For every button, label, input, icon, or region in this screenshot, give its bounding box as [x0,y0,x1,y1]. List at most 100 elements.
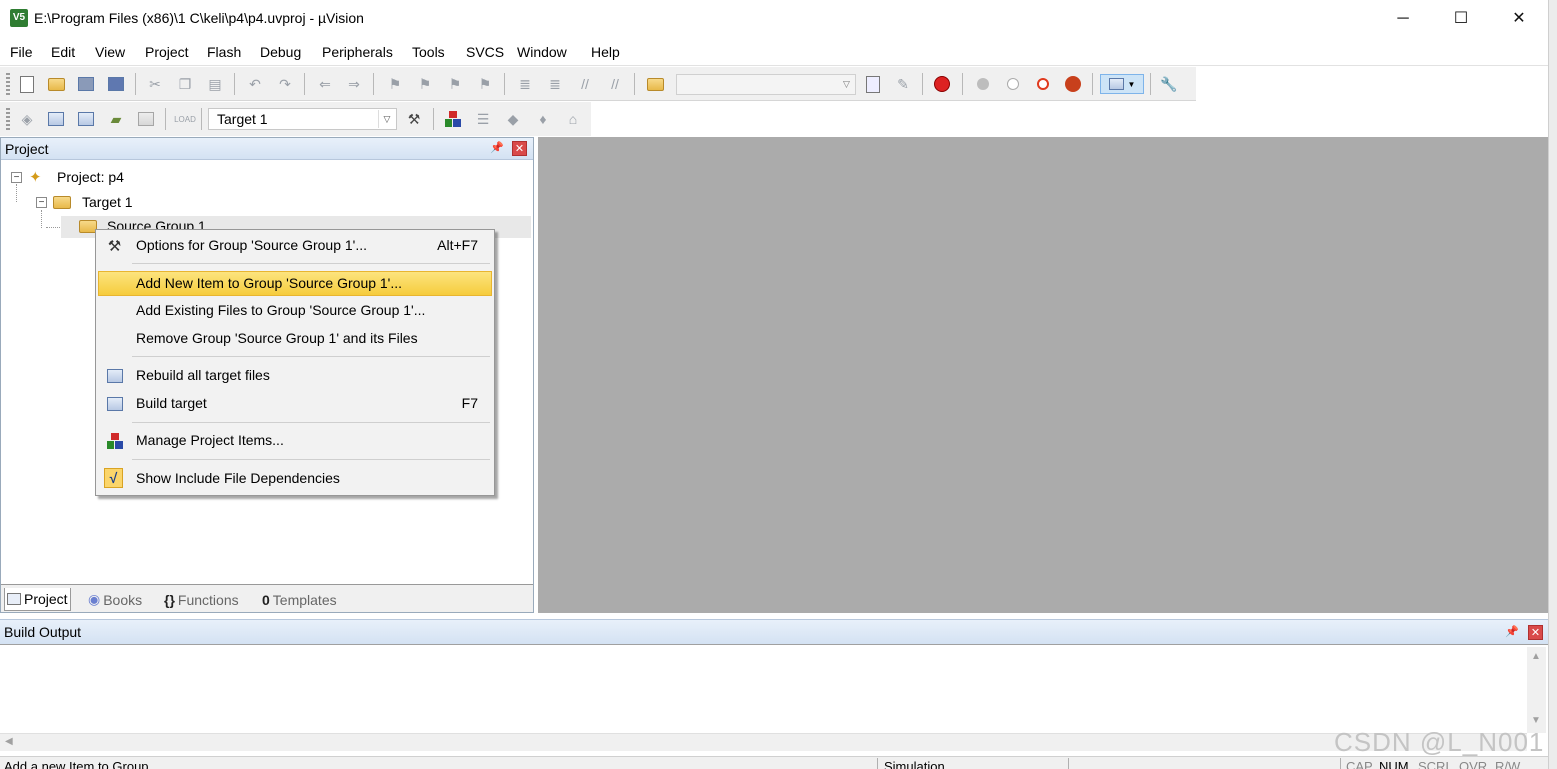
menu-item-label: Options for Group 'Source Group 1'... [136,237,368,253]
target-select[interactable]: Target 1 ▽ [208,108,397,130]
tab-project[interactable]: Project [4,588,71,611]
menu-item-build-target[interactable]: Build target F7 [98,391,492,416]
close-panel-button[interactable]: ✕ [512,141,527,156]
undo-icon[interactable]: ↶ [244,74,266,94]
save-all-icon[interactable] [105,74,127,94]
chevron-down-icon[interactable]: ▽ [378,110,395,128]
tab-functions[interactable]: {} Functions [162,588,241,611]
menu-tools[interactable]: Tools [412,44,445,60]
clear-bookmarks-icon[interactable]: ⚑ [474,74,496,94]
tab-project-label: Project [24,591,68,607]
window-layout-dropdown[interactable]: ▼ [1100,74,1144,94]
menu-item-rebuild-all[interactable]: Rebuild all target files [98,363,492,388]
close-panel-button[interactable]: ✕ [1528,625,1543,640]
status-rw: R/W [1495,759,1521,769]
indent-icon[interactable]: ≣ [514,74,536,94]
collapse-icon[interactable]: − [36,197,47,208]
scroll-down-icon[interactable]: ▼ [1531,715,1541,726]
menu-file[interactable]: File [10,44,33,60]
disable-breakpoints-icon[interactable] [1032,74,1054,94]
menu-item-options-for-group[interactable]: ⚒ Options for Group 'Source Group 1'... … [98,233,492,258]
pin-icon[interactable]: 📌 [490,141,504,155]
menu-item-add-existing-files[interactable]: Add Existing Files to Group 'Source Grou… [98,298,492,323]
new-file-icon[interactable] [16,74,38,94]
configure-icon[interactable]: 🔧 [1158,74,1180,94]
manage-rte-icon[interactable]: ☰ [472,109,494,129]
build-output-text[interactable] [0,646,1527,733]
menu-project[interactable]: Project [145,44,189,60]
bookmark-icon[interactable]: ⚑ [384,74,406,94]
build-icon [105,394,124,413]
project-icon: ✦ [29,169,42,186]
maximize-button[interactable]: ☐ [1432,0,1490,38]
collapse-icon[interactable]: − [11,172,22,183]
find-combo[interactable]: ▽ [676,74,856,95]
books-icon: ◉ [88,591,101,607]
magic-wand-icon[interactable]: ⚒ [403,109,425,129]
tree-label-project: Project: p4 [57,169,124,185]
chevron-down-icon[interactable]: ▽ [838,75,855,94]
incremental-find-icon[interactable]: ✎ [892,74,914,94]
menu-svcs[interactable]: SVCS [466,44,504,60]
kill-breakpoints-icon[interactable] [1062,74,1084,94]
stop-build-icon[interactable] [135,109,157,129]
next-bookmark-icon[interactable]: ⚑ [444,74,466,94]
pack-installer-icon[interactable]: ♦ [532,109,554,129]
rebuild-icon[interactable] [75,109,97,129]
insert-breakpoint-icon[interactable] [972,74,994,94]
close-window-button[interactable]: ✕ [1490,0,1548,38]
menu-help[interactable]: Help [591,44,620,60]
toolbar-grip[interactable] [6,73,10,95]
toolbar-grip[interactable] [6,108,10,130]
open-file-icon[interactable] [45,74,67,94]
context-menu: ⚒ Options for Group 'Source Group 1'... … [95,229,495,496]
menu-debug[interactable]: Debug [260,44,301,60]
copy-icon[interactable]: ❐ [174,74,196,94]
download-icon[interactable]: LOAD [174,109,196,129]
navigate-back-icon[interactable]: ⇐ [314,74,336,94]
find-in-files-icon[interactable] [644,74,666,94]
scroll-up-icon[interactable]: ▲ [1531,651,1541,662]
scroll-left-icon[interactable]: ◀ [5,736,13,747]
select-packs-icon[interactable]: ◆ [502,109,524,129]
tab-books[interactable]: ◉ Books [86,588,144,611]
menu-peripherals[interactable]: Peripherals [322,44,393,60]
minimize-button[interactable]: ─ [1374,0,1432,38]
pin-icon[interactable]: 📌 [1505,625,1519,639]
menu-item-add-new-item[interactable]: Add New Item to Group 'Source Group 1'..… [98,271,492,296]
find-icon[interactable] [862,74,884,94]
tab-templates[interactable]: 0 Templates [260,588,339,611]
paste-icon[interactable]: ▤ [204,74,226,94]
debug-session-icon[interactable] [931,74,953,94]
uncomment-icon[interactable]: // [604,74,626,94]
build-icon[interactable] [45,109,67,129]
navigate-forward-icon[interactable]: ⇒ [343,74,365,94]
horizontal-scrollbar[interactable]: ◀ [0,733,1527,751]
comment-icon[interactable]: // [574,74,596,94]
magic-wand-icon: ⚒ [107,237,122,255]
save-icon[interactable] [75,74,97,94]
menu-flash[interactable]: Flash [207,44,241,60]
enable-breakpoint-icon[interactable] [1002,74,1024,94]
menu-item-label: Manage Project Items... [136,432,284,448]
tab-functions-label: Functions [177,591,239,608]
menu-item-show-include-deps[interactable]: √ Show Include File Dependencies [98,466,492,491]
redo-icon[interactable]: ↷ [274,74,296,94]
menu-item-manage-project-items[interactable]: Manage Project Items... [98,428,492,453]
build-output-title: Build Output [4,624,82,640]
menu-window[interactable]: Window [517,44,567,60]
cut-icon[interactable]: ✂ [144,74,166,94]
menu-item-remove-group[interactable]: Remove Group 'Source Group 1' and its Fi… [98,326,492,351]
translate-icon[interactable]: ◈ [16,109,38,129]
editor-area[interactable] [538,137,1548,613]
vertical-scrollbar[interactable]: ▲ ▼ [1527,647,1546,733]
project-panel-title: Project [5,141,49,157]
unindent-icon[interactable]: ≣ [544,74,566,94]
prev-bookmark-icon[interactable]: ⚑ [414,74,436,94]
menu-view[interactable]: View [95,44,125,60]
manage-project-items-icon[interactable] [442,109,464,129]
menu-item-label: Add New Item to Group 'Source Group 1'..… [136,275,403,291]
software-packs-icon[interactable]: ⌂ [562,109,584,129]
menu-edit[interactable]: Edit [51,44,75,60]
batch-build-icon[interactable]: ▰ [105,109,127,129]
